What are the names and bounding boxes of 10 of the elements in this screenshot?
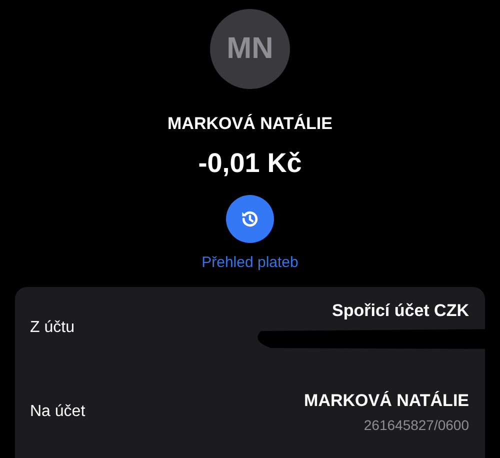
detail-label: Na účet [30,403,86,421]
payment-history-link[interactable]: Přehled plateb [202,254,298,271]
contact-name: MARKOVÁ NATÁLIE [168,114,332,134]
detail-value: Spořicí účet CZK [332,301,469,321]
detail-label: Z účtu [30,319,74,337]
detail-value: MARKOVÁ NATÁLIE [304,391,469,411]
history-button[interactable] [226,195,274,243]
account-number: 261645827/0600 [364,417,469,433]
payment-amount: -0,01 Kč [198,148,302,179]
avatar: MN [210,9,290,89]
